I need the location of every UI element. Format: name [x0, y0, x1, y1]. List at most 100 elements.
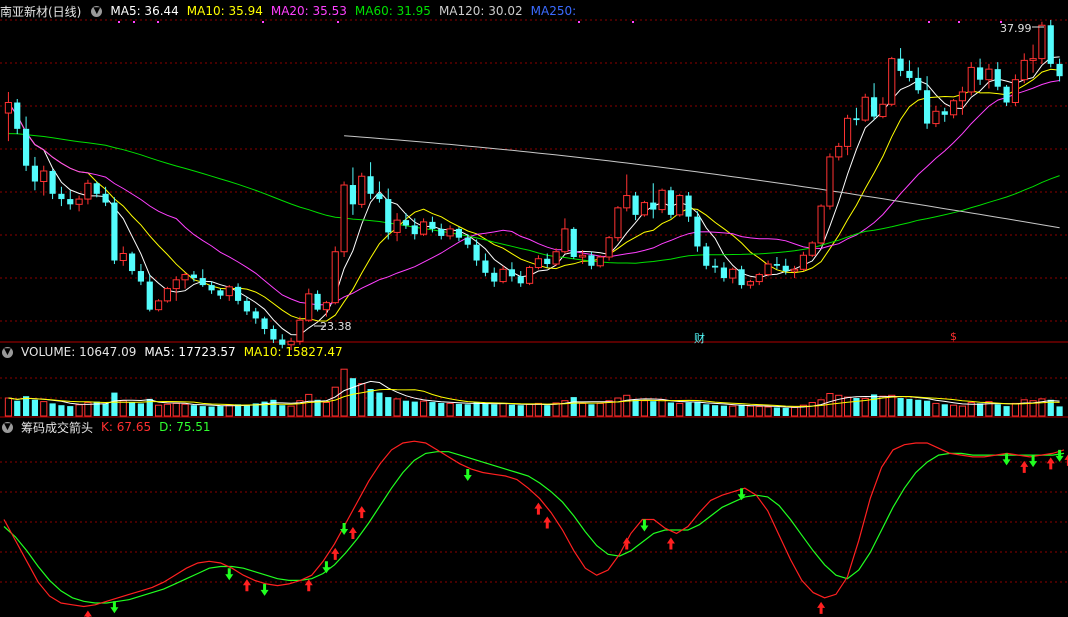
candle-body-up	[967, 66, 975, 93]
volume-bar-down	[137, 403, 145, 416]
candle-body-up	[358, 175, 366, 205]
candle-body-up	[640, 202, 649, 216]
volume-bar-up	[790, 406, 799, 417]
volume-bar-down	[438, 402, 445, 416]
finance-tag[interactable]: 财	[694, 330, 705, 346]
candle-body-down	[650, 202, 657, 210]
candle-body-down	[870, 97, 878, 117]
down-arrow-marker	[110, 601, 119, 614]
volume-bar-down	[906, 398, 913, 416]
volume-bar-up	[419, 400, 428, 417]
volume-toggle-icon[interactable]: ▼	[2, 346, 13, 358]
candle-body-up	[835, 145, 843, 158]
event-dot	[262, 21, 264, 23]
candle-body-down	[102, 193, 109, 203]
volume-bar-down	[491, 404, 498, 416]
up-arrow-marker	[534, 502, 543, 515]
volume-bar-down	[482, 403, 489, 416]
event-dot	[958, 21, 960, 23]
candle-body-up	[658, 189, 666, 211]
candle-body-down	[411, 225, 418, 235]
candle-body-up	[561, 228, 569, 253]
volume-bar-up	[154, 404, 163, 417]
candle-body-down	[923, 90, 931, 124]
candle-body-up	[305, 293, 313, 321]
volume-bar-up	[552, 402, 560, 417]
candle-body-down	[243, 300, 251, 312]
volume-bar-down	[14, 400, 21, 416]
candle-body-up	[596, 256, 604, 267]
volume-bar-down	[411, 401, 418, 416]
candle-body-down	[367, 176, 374, 194]
volume-bar-down	[349, 378, 357, 416]
candle-body-up	[799, 254, 808, 270]
volume-bar-up	[817, 399, 825, 417]
panel-toggle-icon[interactable]: ▼	[91, 5, 103, 17]
candles	[4, 20, 1063, 351]
candle-body-down	[137, 271, 145, 282]
candle-body-down	[1003, 86, 1010, 103]
candle-body-down	[738, 269, 745, 286]
up-arrow-marker	[1046, 457, 1055, 470]
volume-bar-up	[225, 404, 233, 417]
candle-body-down	[49, 170, 56, 194]
volume-bar-down	[190, 405, 198, 416]
volume-bar-down	[58, 405, 65, 416]
candle-body-down	[685, 195, 692, 217]
candle-body-down	[915, 77, 922, 91]
volume-bar-down	[508, 404, 516, 416]
down-arrow-marker	[463, 469, 472, 482]
volume-bar-down	[270, 399, 277, 416]
indicator-toggle-icon[interactable]: ▼	[2, 421, 13, 433]
candle-body-down	[270, 328, 277, 340]
d-label: D: 75.51	[159, 420, 211, 434]
up-arrow-marker	[1020, 460, 1029, 473]
volume-bar-up	[534, 402, 543, 417]
candle-body-down	[588, 255, 595, 266]
ma120-label: MA120: 30.02	[438, 4, 523, 18]
volume-bar-down	[782, 407, 789, 416]
volume-bar-up	[764, 406, 772, 417]
candle-body-down	[906, 70, 913, 78]
candle-body-up	[322, 302, 331, 311]
candle-body-down	[261, 318, 268, 329]
volume-bar-up	[932, 402, 940, 417]
volume-bar-up	[808, 402, 816, 417]
volume-bar-up	[499, 402, 507, 417]
candle-body-up	[552, 251, 560, 265]
candle-body-up	[764, 263, 772, 276]
candle-body-down	[93, 183, 100, 194]
event-dot	[632, 21, 634, 23]
volume-bar-down	[994, 404, 1001, 416]
candle-body-down	[111, 202, 118, 261]
event-dot	[118, 21, 120, 23]
up-arrow-marker	[666, 537, 675, 550]
volume-bar-up	[4, 397, 13, 417]
volume-bar-down	[897, 398, 904, 416]
indicator-title: 筹码成交箭头	[21, 420, 94, 435]
volume-bar-down	[22, 396, 30, 416]
volume-bar-up	[614, 397, 622, 417]
candle-body-up	[163, 288, 172, 302]
volume-bar-down	[243, 404, 251, 416]
volume-bar-down	[208, 406, 215, 416]
low-price-label: 23.38	[320, 320, 352, 333]
volume-bar-down	[773, 407, 781, 416]
candle-body-up	[888, 58, 896, 105]
volume-bar-up	[287, 405, 295, 417]
stock-chart[interactable]	[0, 0, 1068, 617]
vol-ma10-label: MA10: 15827.47	[243, 345, 343, 359]
event-tag[interactable]: $	[950, 330, 957, 343]
candle-body-up	[119, 252, 127, 262]
volume-bar-down	[720, 405, 728, 416]
volume-bar-down	[367, 389, 374, 416]
candle-body-down	[455, 228, 463, 238]
candle-body-down	[667, 190, 675, 215]
volume-panel-header: ▼ VOLUME: 10647.09 MA5: 17723.57 MA10: 1…	[0, 343, 343, 361]
volume-bar-up	[1020, 399, 1028, 417]
candle-body-down	[853, 118, 860, 121]
candle-body-up	[296, 319, 304, 342]
candle-body-down	[128, 253, 136, 272]
event-dots	[118, 21, 1002, 23]
volume-bar-up	[40, 401, 48, 417]
